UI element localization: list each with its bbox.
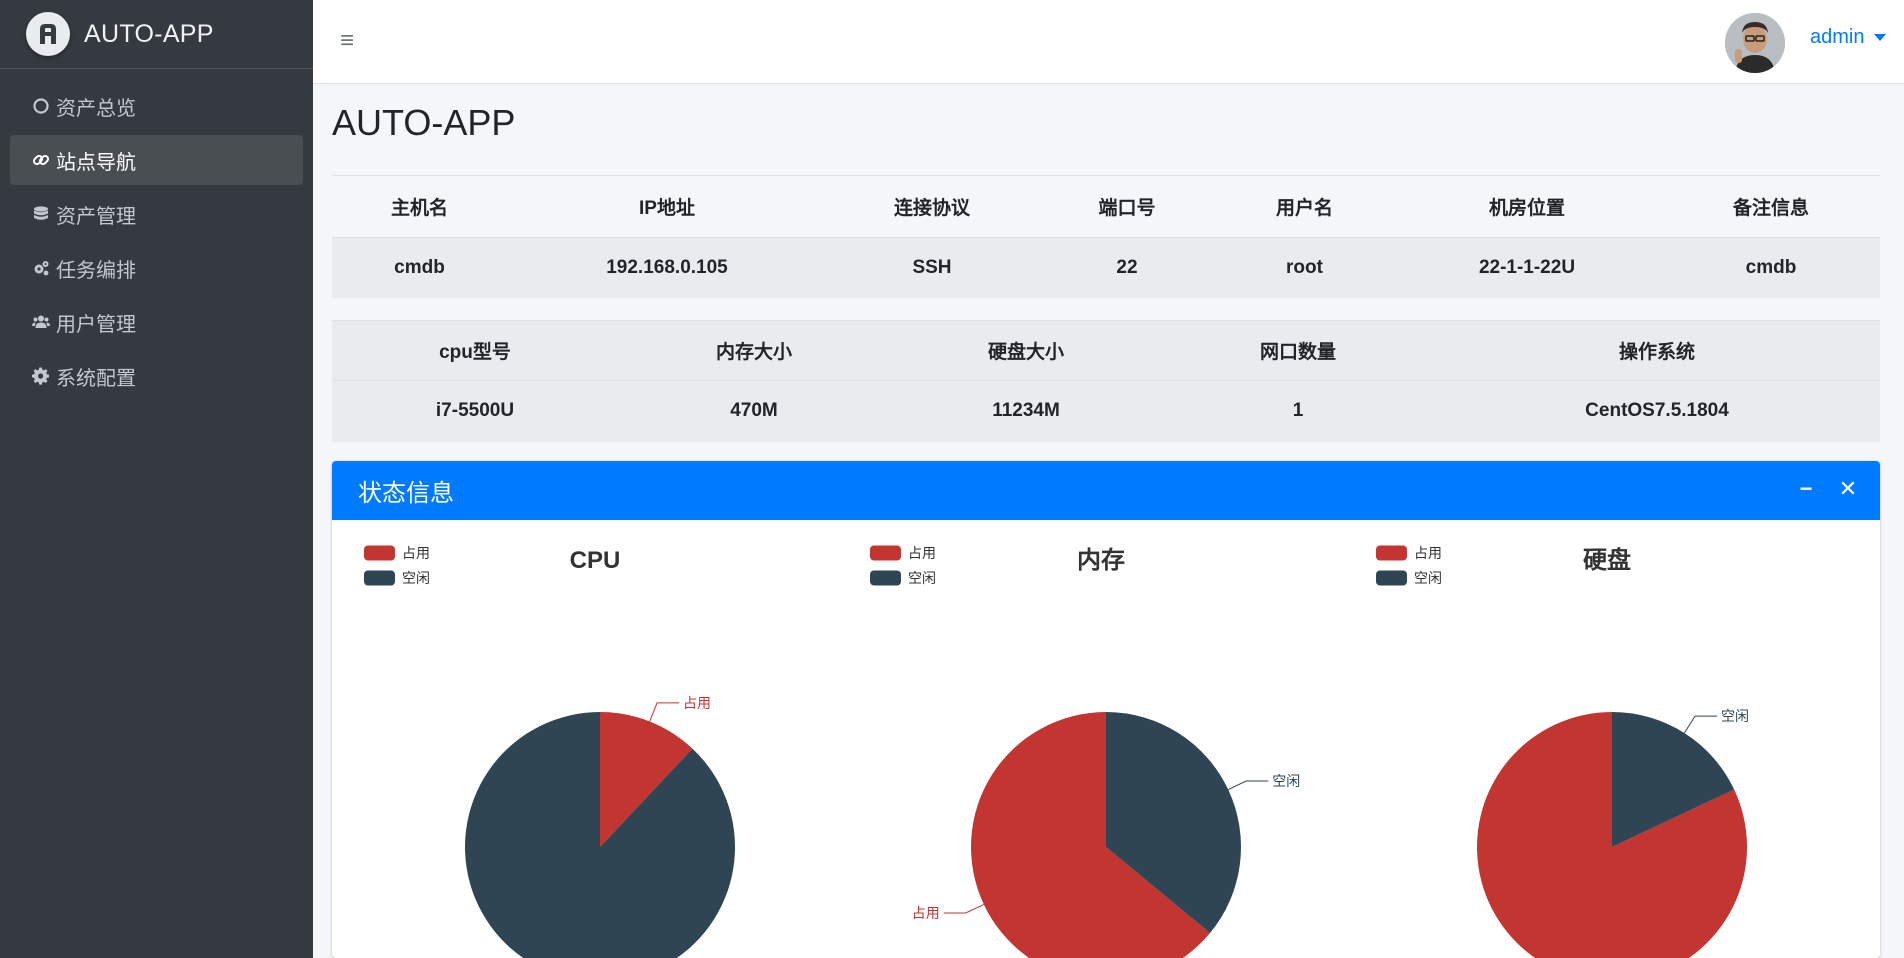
table-cell: 1: [1162, 380, 1434, 442]
slice-label: 占用: [683, 696, 711, 712]
table-cell: cmdb: [1662, 236, 1880, 298]
table-cell: root: [1217, 236, 1392, 298]
pie-slice[interactable]: [465, 712, 735, 958]
caret-down-icon: [1874, 34, 1887, 41]
table-cell: CentOS7.5.1804: [1434, 380, 1880, 442]
link-icon: [30, 149, 52, 171]
sidebar-item-asset-overview[interactable]: 资产总览: [10, 81, 303, 131]
hardware-info-table: cpu型号 内存大小 硬盘大小 网口数量 操作系统 i7-5500U 470M …: [332, 320, 1880, 442]
legend-swatch[interactable]: [1376, 545, 1407, 561]
sidebar-item-label: 站点导航: [56, 151, 136, 174]
column-header: 网口数量: [1162, 320, 1434, 381]
sidebar-item-label: 用户管理: [56, 313, 136, 336]
legend-label[interactable]: 占用: [908, 546, 936, 562]
table-header-row: 主机名 IP地址 连接协议 端口号 用户名 机房位置 备注信息: [332, 177, 1880, 237]
sidebar-item-system-config[interactable]: 系统配置: [10, 351, 303, 401]
status-card: 状态信息 − ✕ CPU 占用 空闲 占用 内存 占用 空闲 占用 空闲 硬盘 占用 空闲 空闲: [332, 461, 1880, 958]
card-tools: − ✕: [1796, 476, 1858, 501]
column-header: IP地址: [639, 198, 695, 220]
sidebar-item-site-nav[interactable]: 站点导航: [10, 135, 303, 185]
column-header: 备注信息: [1732, 198, 1809, 220]
username-label: admin: [1810, 26, 1865, 48]
disk-chart: 硬盘 占用 空闲 空闲: [1344, 520, 1850, 958]
sidebar-item-user-management[interactable]: 用户管理: [10, 297, 303, 347]
legend-swatch[interactable]: [870, 545, 901, 561]
legend-swatch[interactable]: [870, 570, 901, 586]
brand[interactable]: AUTO-APP: [0, 0, 313, 69]
slice-label-line: [1227, 780, 1269, 790]
table-cell: cmdb: [332, 236, 507, 298]
column-header: 用户名: [1275, 198, 1333, 220]
divider: [332, 175, 1880, 176]
sidebar-item-label: 任务编排: [56, 259, 136, 282]
circle-icon: [30, 95, 52, 117]
sidebar-item-label: 资产管理: [56, 205, 136, 228]
legend-label[interactable]: 空闲: [908, 571, 936, 587]
slice-label-line: [943, 904, 985, 914]
card-header: 状态信息 − ✕: [332, 461, 1880, 520]
page-title: AUTO-APP: [332, 102, 516, 143]
table-cell: 11234M: [890, 380, 1162, 442]
column-header: 主机名: [390, 198, 448, 220]
column-header: 硬盘大小: [890, 320, 1162, 381]
legend-swatch[interactable]: [364, 570, 395, 586]
table-cell: 22: [1037, 236, 1217, 298]
table-row: i7-5500U 470M 11234M 1 CentOS7.5.1804: [332, 380, 1880, 442]
slice-label-line: [649, 702, 680, 722]
sidebar-item-label: 资产总览: [56, 97, 136, 120]
slice-label-line: [1683, 715, 1718, 734]
table-cell: 192.168.0.105: [507, 236, 827, 298]
chart-title: CPU: [570, 547, 621, 574]
chart-title: 硬盘: [1583, 546, 1631, 574]
sidebar-item-task-orchestration[interactable]: 任务编排: [10, 243, 303, 293]
users-icon: [30, 311, 52, 333]
cpu-pie-chart: CPU占用空闲占用: [364, 545, 735, 958]
top-navbar: ≡ admin: [313, 0, 1904, 84]
gear-icon: [30, 365, 52, 387]
minimize-icon[interactable]: −: [1796, 476, 1816, 501]
memory-pie-chart: 内存占用空闲占用空闲: [870, 545, 1300, 958]
main-content: AUTO-APP 主机名 IP地址 连接协议 端口号 用户名 机房位置 备注信息…: [313, 84, 1904, 958]
table-cell: 22-1-1-22U: [1392, 236, 1662, 298]
legend-swatch[interactable]: [364, 545, 395, 561]
slice-label: 空闲: [1721, 709, 1749, 725]
brand-name: AUTO-APP: [84, 19, 214, 48]
disk-pie-chart: 硬盘占用空闲空闲: [1376, 545, 1749, 958]
column-header: 连接协议: [893, 198, 970, 220]
avatar[interactable]: [1725, 13, 1785, 73]
memory-chart: 内存 占用 空闲 占用 空闲: [838, 520, 1344, 958]
database-icon: [30, 203, 52, 225]
brand-logo-icon: [26, 12, 70, 56]
table-cell: SSH: [827, 236, 1037, 298]
table-cell: 470M: [618, 380, 890, 442]
hamburger-menu-icon[interactable]: ≡: [340, 29, 362, 53]
table-header-row: cpu型号 内存大小 硬盘大小 网口数量 操作系统: [332, 320, 1880, 381]
column-header: cpu型号: [332, 320, 618, 381]
legend-swatch[interactable]: [1376, 570, 1407, 586]
table-cell: i7-5500U: [332, 380, 618, 442]
legend-label[interactable]: 占用: [1414, 546, 1442, 562]
sidebar: AUTO-APP 资产总览 站点导航 资产管理 任务编排 用户管理 系统配置: [0, 0, 313, 958]
sidebar-item-asset-management[interactable]: 资产管理: [10, 189, 303, 239]
user-dropdown[interactable]: admin: [1810, 26, 1887, 49]
column-header: 操作系统: [1434, 320, 1880, 381]
column-header: 端口号: [1098, 198, 1156, 220]
close-icon[interactable]: ✕: [1838, 476, 1858, 501]
column-header: 内存大小: [618, 320, 890, 381]
table-row: cmdb 192.168.0.105 SSH 22 root 22-1-1-22…: [332, 236, 1880, 298]
card-title: 状态信息: [358, 480, 454, 507]
cpu-chart: CPU 占用 空闲 占用: [332, 520, 838, 958]
column-header: 机房位置: [1488, 198, 1565, 220]
legend-label[interactable]: 占用: [402, 546, 430, 562]
host-info-table: 主机名 IP地址 连接协议 端口号 用户名 机房位置 备注信息 cmdb 192…: [332, 177, 1880, 298]
chart-title: 内存: [1077, 547, 1125, 574]
cogs-icon: [30, 257, 52, 279]
legend-label[interactable]: 空闲: [402, 571, 430, 587]
slice-label: 占用: [912, 906, 940, 922]
legend-label[interactable]: 空闲: [1414, 571, 1442, 587]
slice-label: 空闲: [1272, 774, 1300, 790]
sidebar-item-label: 系统配置: [56, 367, 136, 390]
sidebar-nav: 资产总览 站点导航 资产管理 任务编排 用户管理 系统配置: [0, 69, 313, 401]
